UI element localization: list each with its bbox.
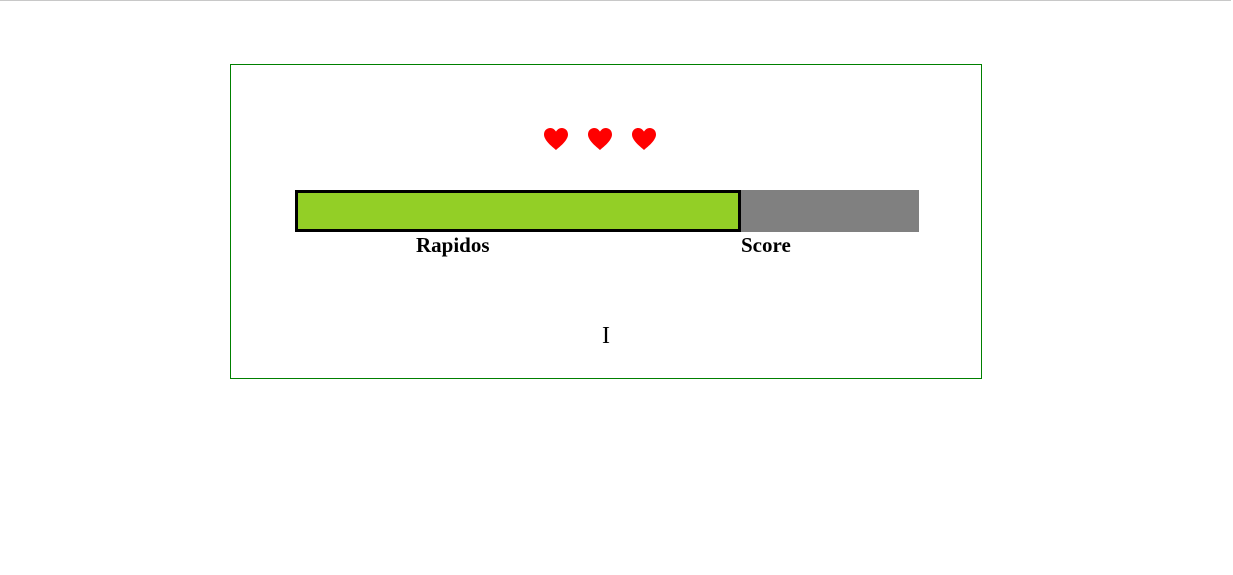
- progress-bar-track: [295, 190, 919, 232]
- top-divider: [0, 0, 1231, 1]
- heart-icon: [543, 127, 569, 151]
- game-area: Rapidos Score I: [230, 64, 982, 379]
- progress-bar-fill: [295, 190, 741, 232]
- heart-icon: [631, 127, 657, 151]
- rapidos-label: Rapidos: [416, 233, 490, 257]
- current-letter: I: [602, 323, 610, 349]
- score-label: Score: [741, 233, 791, 257]
- lives-indicator: [231, 127, 981, 153]
- heart-icon: [587, 127, 613, 151]
